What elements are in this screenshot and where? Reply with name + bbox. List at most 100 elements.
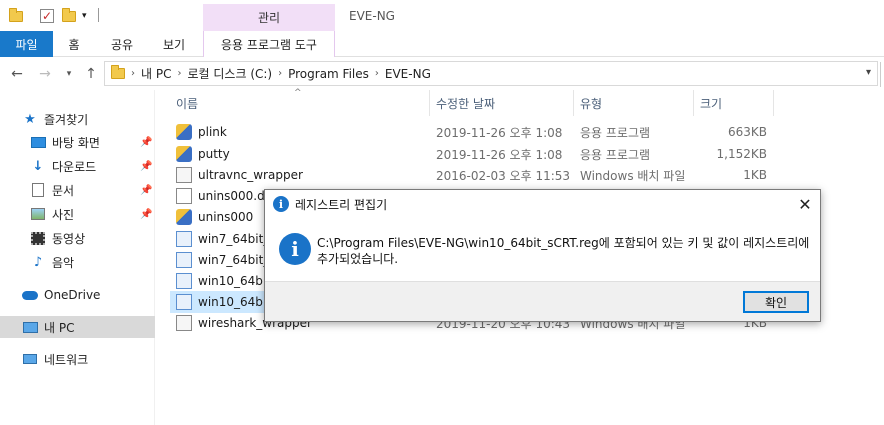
- dialog-body: i C:\Program Files\EVE-NG\win10_64bit_sC…: [265, 218, 820, 281]
- properties-icon[interactable]: ✓: [40, 6, 54, 26]
- file-name: win7_64bit_: [198, 232, 270, 246]
- sidebar-item-documents[interactable]: 문서 📌: [0, 179, 155, 201]
- pin-icon[interactable]: 📌: [140, 161, 152, 172]
- sidebar-item-this-pc[interactable]: 내 PC: [0, 316, 155, 338]
- breadcrumb-this-pc[interactable]: 내 PC: [141, 65, 171, 82]
- navigation-pane: ★ 즐겨찾기 바탕 화면 📌 ↓ 다운로드 📌 문서 📌 사진 📌 동영상 ♪ …: [0, 90, 155, 425]
- network-icon: [22, 351, 38, 367]
- file-name: putty: [198, 147, 230, 161]
- file-size: 663KB: [727, 125, 767, 139]
- ribbon-tabs: 파일 홈 공유 보기 응용 프로그램 도구: [0, 31, 884, 57]
- batch-file-icon: [176, 167, 192, 183]
- file-size: 1,152KB: [716, 147, 767, 161]
- pin-icon[interactable]: 📌: [140, 185, 152, 196]
- breadcrumb-program-files[interactable]: Program Files: [288, 67, 369, 81]
- sidebar-item-label: 음악: [52, 255, 75, 270]
- forward-arrow-icon[interactable]: →: [36, 65, 54, 83]
- info-icon: i: [273, 196, 289, 212]
- chevron-right-icon: ›: [374, 68, 379, 79]
- document-icon: [30, 182, 46, 198]
- sidebar-item-label: 네트워크: [44, 352, 89, 367]
- music-icon: ♪: [33, 254, 43, 270]
- back-arrow-icon[interactable]: ←: [8, 65, 26, 83]
- sidebar-item-pictures[interactable]: 사진 📌: [0, 203, 155, 225]
- dialog-title-bar[interactable]: i 레지스트리 편집기 ✕: [265, 190, 820, 218]
- breadcrumb-local-disk[interactable]: 로컬 디스크 (C:): [187, 65, 272, 82]
- file-size: 1KB: [743, 168, 767, 182]
- desktop-icon: [30, 134, 46, 150]
- sidebar-item-network[interactable]: 네트워크: [0, 348, 155, 370]
- address-bar[interactable]: › 내 PC › 로컬 디스크 (C:) › Program Files › E…: [104, 61, 878, 86]
- sidebar-item-label: 다운로드: [52, 159, 97, 174]
- table-row[interactable]: plink 2019-11-26 오후 1:08 응용 프로그램 663KB: [170, 121, 770, 143]
- sidebar-item-desktop[interactable]: 바탕 화면 📌: [0, 131, 155, 153]
- pictures-icon: [30, 206, 46, 222]
- file-name: plink: [198, 125, 227, 139]
- sidebar-item-label: OneDrive: [44, 288, 101, 302]
- divider: [98, 8, 99, 22]
- registry-file-icon: [176, 231, 192, 247]
- file-date: 2016-02-03 오후 11:53: [436, 168, 571, 183]
- sidebar-item-label: 즐겨찾기: [44, 112, 89, 127]
- pin-icon[interactable]: 📌: [140, 137, 152, 148]
- pin-icon[interactable]: 📌: [140, 209, 152, 220]
- dialog-message: C:\Program Files\EVE-NG\win10_64bit_sCRT…: [317, 236, 810, 266]
- sidebar-item-onedrive[interactable]: OneDrive: [0, 284, 155, 306]
- title-bar: ✓ ▾ 관리 EVE-NG: [0, 0, 884, 31]
- application-icon: [176, 124, 192, 140]
- column-header-name[interactable]: 이름: [170, 90, 430, 116]
- file-type: Windows 배치 파일: [580, 168, 686, 183]
- file-date: 2019-11-26 오후 1:08: [436, 125, 563, 140]
- table-row[interactable]: putty 2019-11-26 오후 1:08 응용 프로그램 1,152KB: [170, 143, 770, 165]
- registry-file-icon: [176, 252, 192, 268]
- column-header-size[interactable]: 크기: [694, 90, 774, 116]
- star-icon: ★: [24, 111, 36, 127]
- chevron-down-icon[interactable]: ▾: [866, 67, 871, 78]
- search-box-edge[interactable]: [880, 62, 884, 87]
- new-folder-icon[interactable]: [62, 6, 76, 26]
- folder-icon[interactable]: [9, 6, 23, 26]
- batch-file-icon: [176, 315, 192, 331]
- info-icon: i: [279, 233, 311, 265]
- application-icon: [176, 146, 192, 162]
- tab-view[interactable]: 보기: [156, 31, 192, 57]
- folder-icon: [111, 65, 125, 79]
- up-arrow-icon[interactable]: ↑: [82, 65, 100, 83]
- tab-home[interactable]: 홈: [58, 31, 90, 57]
- sidebar-item-label: 문서: [52, 183, 75, 198]
- window-title: EVE-NG: [349, 9, 395, 23]
- column-header-type[interactable]: 유형: [574, 90, 694, 116]
- breadcrumb-eve-ng[interactable]: EVE-NG: [385, 67, 431, 81]
- dialog-footer: 확인: [265, 281, 820, 321]
- sidebar-item-videos[interactable]: 동영상: [0, 227, 155, 249]
- file-name: unins000: [198, 210, 254, 224]
- tab-application-tools[interactable]: 응용 프로그램 도구: [203, 31, 335, 57]
- navigation-bar: ← → ▾ ↑ › 내 PC › 로컬 디스크 (C:) › Program F…: [0, 57, 884, 90]
- sidebar-item-music[interactable]: ♪ 음악: [0, 251, 155, 273]
- table-row[interactable]: ultravnc_wrapper 2016-02-03 오후 11:53 Win…: [170, 164, 770, 186]
- chevron-right-icon: ›: [131, 68, 135, 79]
- column-header-date[interactable]: 수정한 날짜: [430, 90, 574, 116]
- file-name: win7_64bit_: [198, 253, 270, 267]
- cloud-icon: [22, 287, 38, 303]
- close-icon[interactable]: ✕: [795, 194, 815, 214]
- file-date: 2019-11-26 오후 1:08: [436, 147, 563, 162]
- tab-file[interactable]: 파일: [0, 31, 53, 57]
- registry-editor-dialog: i 레지스트리 편집기 ✕ i C:\Program Files\EVE-NG\…: [264, 189, 821, 322]
- ok-button[interactable]: 확인: [743, 291, 809, 313]
- sidebar-item-label: 동영상: [52, 231, 86, 246]
- sidebar-item-quick-access[interactable]: ★ 즐겨찾기: [0, 108, 155, 130]
- sidebar-item-label: 사진: [52, 207, 75, 222]
- sidebar-item-downloads[interactable]: ↓ 다운로드 📌: [0, 155, 155, 177]
- quick-access-dropdown-icon[interactable]: ▾: [82, 6, 87, 26]
- chevron-right-icon: ›: [278, 68, 283, 79]
- sidebar-item-label: 바탕 화면: [52, 135, 100, 150]
- download-icon: ↓: [32, 158, 44, 174]
- file-type: 응용 프로그램: [580, 147, 651, 162]
- registry-file-icon: [176, 273, 192, 289]
- tab-share[interactable]: 공유: [104, 31, 140, 57]
- recent-dropdown-icon[interactable]: ▾: [60, 65, 78, 83]
- context-group-label: 관리: [203, 4, 335, 31]
- application-icon: [176, 209, 192, 225]
- chevron-right-icon: ›: [177, 68, 182, 79]
